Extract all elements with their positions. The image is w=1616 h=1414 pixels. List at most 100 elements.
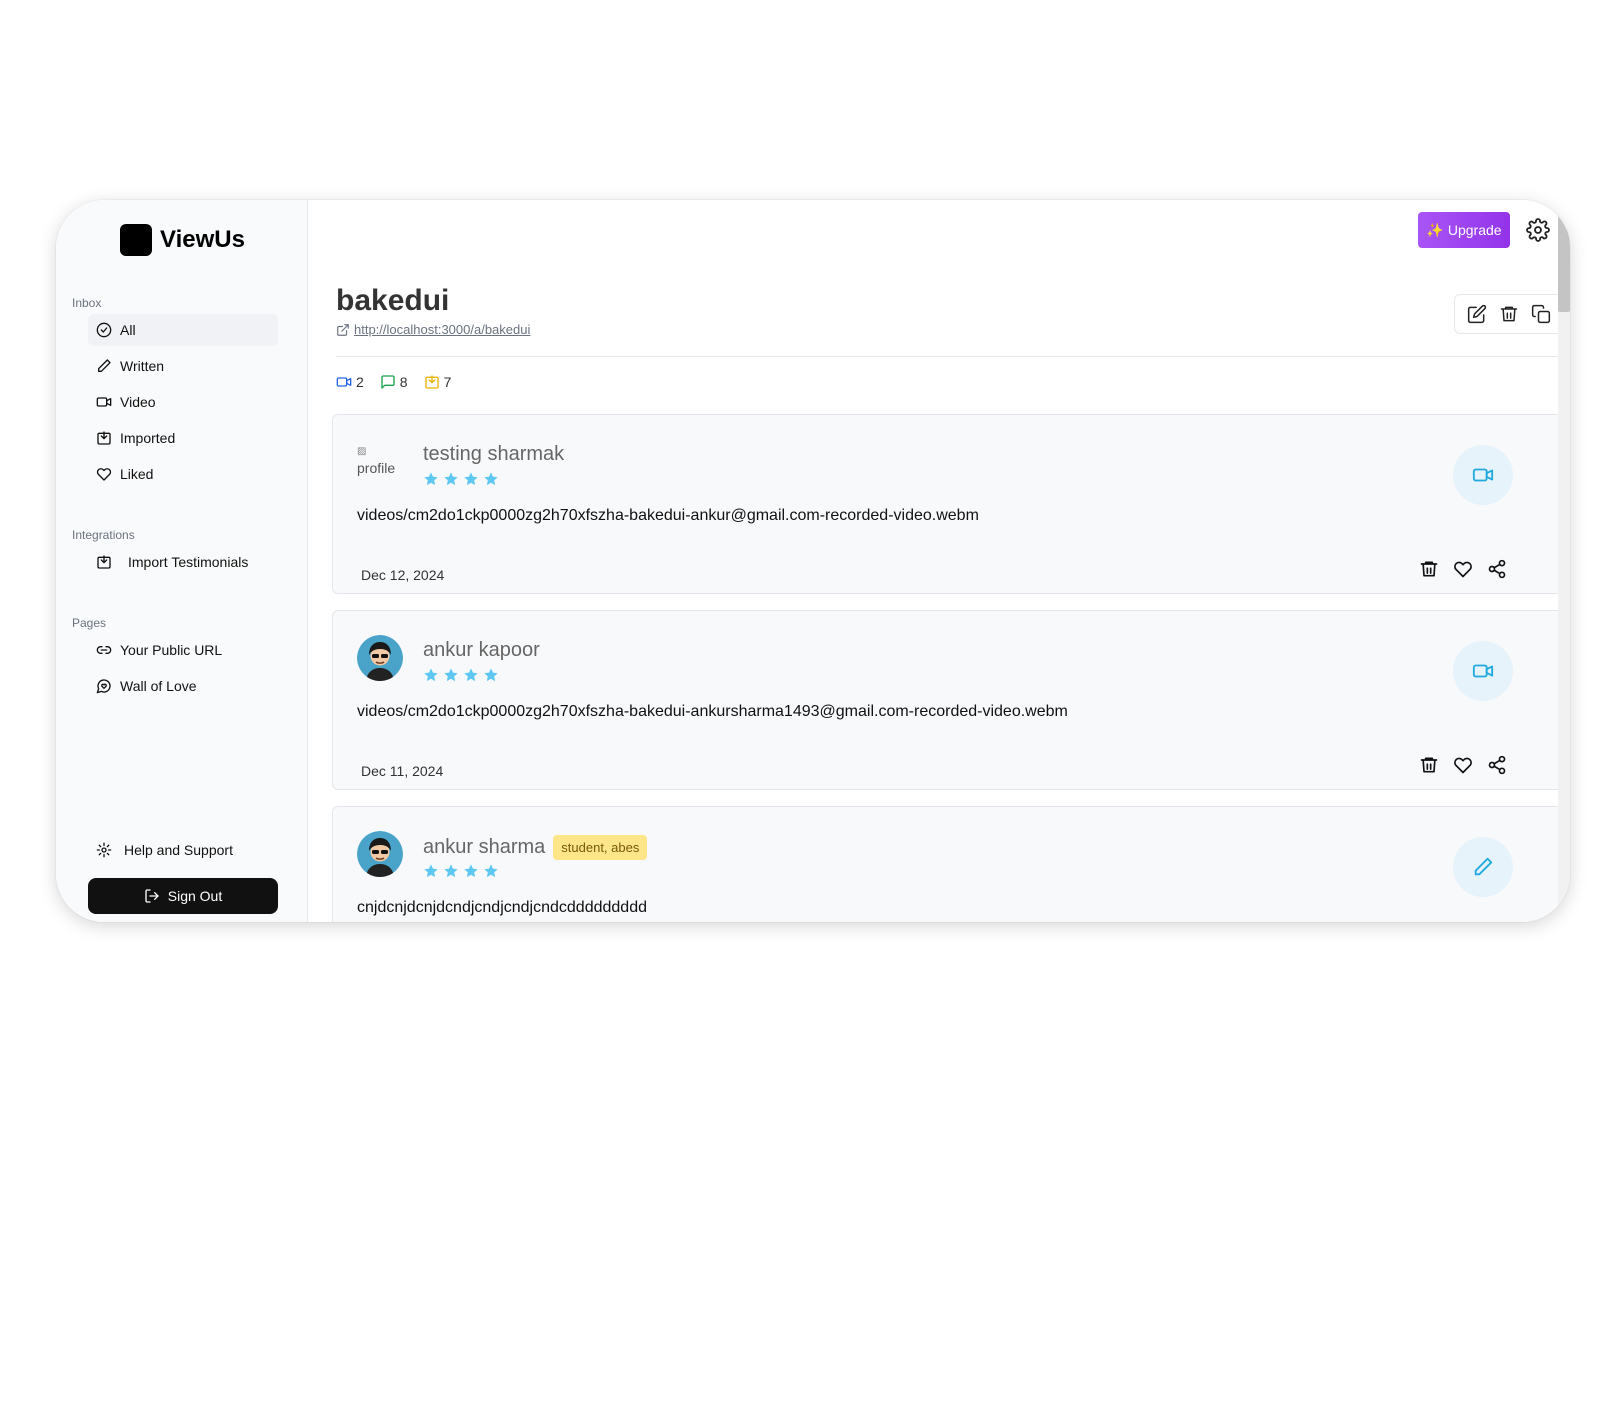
external-link-icon (337, 323, 349, 336)
video-type-button[interactable] (1453, 445, 1513, 505)
sidebar-item-written[interactable]: Written (88, 350, 278, 382)
written-type-button[interactable] (1453, 837, 1513, 897)
reviewer-name: testing sharmak (423, 443, 565, 465)
sidebar-item-label: Written (120, 358, 165, 374)
testimonial-card: ankur sharma student, abes cnjdcnjdcnjdc… (332, 806, 1568, 922)
trash-icon[interactable] (1419, 755, 1439, 775)
main-content: ✨ Upgrade bakedui http://localhost:3000/… (308, 200, 1570, 922)
reviewer-name: ankur sharma (423, 836, 546, 858)
reviewer-badge: student, abes (553, 835, 648, 860)
share-icon[interactable] (1487, 559, 1507, 579)
trash-icon[interactable] (1419, 559, 1439, 579)
sidebar-item-import-testimonials[interactable]: Import Testimonials (88, 546, 278, 578)
sidebar-item-label: Import Testimonials (128, 554, 249, 570)
help-label: Help and Support (124, 842, 233, 858)
help-and-support[interactable]: Help and Support (88, 834, 278, 866)
sparkles-icon: ✨ (1426, 221, 1444, 238)
card-actions (1419, 755, 1507, 775)
star-icon (424, 472, 438, 486)
sidebar-item-all[interactable]: All (88, 314, 278, 346)
page-title: bakedui (336, 284, 450, 317)
sign-out-button[interactable]: Sign Out (88, 878, 278, 914)
testimonial-counts: 2 8 7 (336, 374, 451, 390)
sidebar-item-label: Video (120, 394, 156, 410)
app-name: ViewUs (160, 226, 245, 253)
upgrade-button[interactable]: ✨ Upgrade (1418, 212, 1510, 248)
message-heart-icon (96, 679, 111, 694)
star-icon (424, 668, 438, 682)
star-icon (484, 472, 498, 486)
import-icon (424, 375, 439, 389)
testimonial-content: videos/cm2do1ckp0000zg2h70xfszha-bakedui… (357, 703, 1068, 720)
scrollbar-track[interactable] (1558, 216, 1570, 922)
pencil-icon (98, 359, 111, 372)
testimonial-date: Dec 12, 2024 (361, 567, 445, 583)
logo[interactable]: ViewUs (120, 224, 245, 256)
star-rating (423, 863, 499, 879)
sidebar: ViewUs Inbox All Written Video Imported … (56, 200, 308, 922)
sidebar-item-label: Wall of Love (120, 678, 197, 694)
imported-count-value: 7 (443, 374, 452, 390)
video-icon (1472, 664, 1494, 678)
avatar (357, 635, 403, 681)
testimonial-date: Dec 11, 2024 (361, 763, 444, 779)
sidebar-item-liked[interactable]: Liked (88, 458, 278, 490)
gear-icon (96, 842, 112, 858)
star-rating (423, 471, 499, 487)
import-icon (97, 431, 111, 445)
header-divider (336, 356, 1564, 357)
star-icon (444, 668, 458, 682)
star-icon (444, 472, 458, 486)
written-count: 8 (380, 374, 408, 390)
share-icon[interactable] (1487, 755, 1507, 775)
star-icon (444, 864, 458, 878)
heart-icon[interactable] (1453, 559, 1473, 579)
reviewer-name-row: ankur kapoor (423, 639, 540, 662)
video-icon (1472, 468, 1494, 482)
heart-icon[interactable] (1453, 755, 1473, 775)
testimonial-content: videos/cm2do1ckp0000zg2h70xfszha-bakedui… (357, 507, 979, 524)
testimonial-card: ankur kapoor videos/cm2do1ckp0000zg2h70x… (332, 610, 1568, 790)
broken-image-icon: ▨ (357, 446, 367, 457)
star-rating (423, 667, 499, 683)
sign-out-label: Sign Out (167, 888, 223, 904)
avatar-alt-text: profile (357, 460, 396, 476)
settings-gear-icon[interactable] (1526, 218, 1550, 242)
app-window: ViewUs Inbox All Written Video Imported … (56, 200, 1570, 922)
copy-icon[interactable] (1531, 304, 1551, 324)
card-actions (1419, 559, 1507, 579)
avatar (357, 831, 403, 877)
star-icon (464, 864, 478, 878)
check-circle-icon (96, 322, 112, 338)
sidebar-item-wall-of-love[interactable]: Wall of Love (88, 670, 278, 702)
star-icon (484, 864, 498, 878)
upgrade-label: Upgrade (1447, 222, 1502, 238)
sidebar-item-label: All (120, 322, 136, 338)
sidebar-item-video[interactable]: Video (88, 386, 278, 418)
import-icon (97, 555, 111, 569)
video-icon (336, 377, 352, 387)
link-icon (96, 646, 112, 654)
video-count-value: 2 (356, 374, 364, 390)
reviewer-name-row: testing sharmak (423, 443, 564, 466)
video-type-button[interactable] (1453, 641, 1513, 701)
sidebar-item-label: Imported (120, 430, 176, 446)
heart-icon (96, 468, 112, 481)
written-count-value: 8 (399, 374, 408, 390)
sidebar-item-public-url[interactable]: Your Public URL (88, 634, 278, 666)
logout-icon (145, 889, 159, 903)
scrollbar-thumb[interactable] (1558, 216, 1570, 312)
star-icon (464, 668, 478, 682)
trash-icon[interactable] (1499, 304, 1519, 324)
reviewer-name-row: ankur sharma student, abes (423, 835, 648, 860)
edit-icon[interactable] (1467, 304, 1487, 324)
sidebar-item-imported[interactable]: Imported (88, 422, 278, 454)
project-url-link[interactable]: http://localhost:3000/a/bakedui (336, 322, 530, 337)
video-icon (96, 397, 112, 407)
star-icon (424, 864, 438, 878)
sidebar-item-label: Your Public URL (120, 642, 223, 658)
star-icon (484, 668, 498, 682)
project-url-text: http://localhost:3000/a/bakedui (354, 322, 531, 337)
project-actions (1454, 294, 1564, 334)
message-icon (381, 375, 395, 389)
